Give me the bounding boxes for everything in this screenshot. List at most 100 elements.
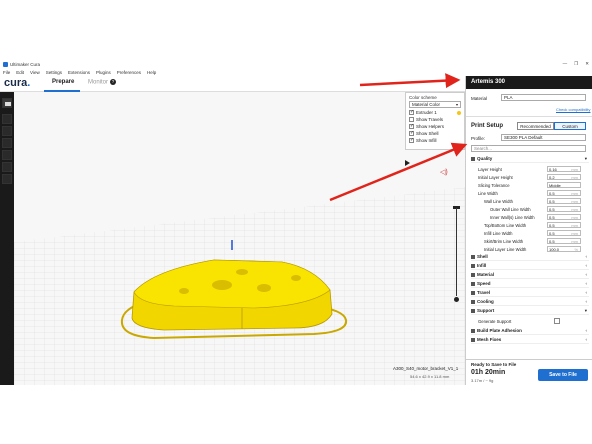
- bore-hole: [236, 269, 248, 275]
- tab-prepare[interactable]: Prepare: [52, 79, 74, 85]
- settings-search-input[interactable]: Search...: [471, 145, 586, 152]
- menu-help[interactable]: Help: [147, 70, 156, 75]
- menu-edit[interactable]: Edit: [16, 70, 24, 75]
- setting-label: Slicing Tolerance: [478, 183, 510, 188]
- cura-screenshot: Ultimaker Cura — ❐ ✕ File Edit View Sett…: [0, 60, 592, 385]
- custom-button[interactable]: Custom: [554, 122, 586, 130]
- printer-selector[interactable]: Artemis 300: [466, 76, 592, 89]
- checkbox-show-travels[interactable]: Show Travels: [409, 117, 461, 122]
- setting-value-field[interactable]: 0.5 mm: [547, 198, 581, 204]
- layer-slider-track[interactable]: [456, 208, 457, 296]
- setting-label: Initial Layer Line Width: [484, 247, 527, 252]
- quality-icon: [471, 156, 475, 161]
- setting-label: Outer Wall Line Width: [490, 207, 531, 212]
- setting-label: Infill Line Width: [484, 231, 513, 236]
- setting-label: Inner Wall(s) Line Width: [490, 215, 535, 220]
- bore-hole: [291, 275, 301, 281]
- setting-value-field[interactable]: 0.5 mm: [547, 214, 581, 220]
- setting-value-field[interactable]: Middle: [547, 182, 581, 188]
- app-icon: [3, 61, 8, 67]
- menu-extensions[interactable]: Extensions: [68, 70, 90, 75]
- maximize-icon[interactable]: ❐: [574, 61, 578, 67]
- setting-value-field[interactable]: 0.5 mm: [547, 230, 581, 236]
- cura-logo: cura.: [4, 77, 31, 89]
- material-usage: 3.17m / ~ 9g: [471, 378, 494, 383]
- section-mesh-fixes[interactable]: Mesh Fixes ‹: [471, 337, 589, 344]
- section-quality[interactable]: Quality ▾: [471, 156, 589, 163]
- bore-hole: [179, 288, 189, 294]
- open-file-icon[interactable]: [2, 98, 12, 108]
- color-scheme-title: Color scheme: [409, 95, 437, 100]
- generate-support-checkbox[interactable]: [554, 318, 560, 324]
- layer-slider-bottom-handle[interactable]: [454, 297, 459, 302]
- setting-value-field[interactable]: 0.5 mm: [547, 222, 581, 228]
- chevron-down-icon: ▾: [455, 102, 458, 107]
- setting-value-field[interactable]: 0.5 mm: [547, 206, 581, 212]
- setting-value-field[interactable]: 0.16 mm: [547, 166, 581, 172]
- setting-value-field[interactable]: 0.5 mm: [547, 238, 581, 244]
- color-scheme-select[interactable]: Material Color ▾: [409, 101, 461, 108]
- recommended-button[interactable]: Recommended: [517, 122, 554, 130]
- bore-hole: [257, 284, 271, 292]
- setting-value-field[interactable]: 0.2 mm: [547, 174, 581, 180]
- menu-bar: File Edit View Settings Extensions Plugi…: [0, 68, 592, 76]
- close-icon[interactable]: ✕: [585, 61, 589, 67]
- profile-select[interactable]: SE300 PLA Default: [501, 134, 586, 141]
- section-cooling[interactable]: Cooling ‹: [471, 299, 589, 306]
- menu-file[interactable]: File: [3, 70, 10, 75]
- app-header: cura. Prepare Monitor?: [0, 76, 465, 92]
- menu-settings[interactable]: Settings: [46, 70, 62, 75]
- section-build-plate-adhesion[interactable]: Build Plate Adhesion ‹: [471, 328, 589, 335]
- setting-label: Top/Bottom Line Width: [484, 223, 527, 228]
- setting-label: Layer Height: [478, 167, 502, 172]
- support-blocker-icon[interactable]: [2, 174, 12, 184]
- minimize-icon[interactable]: —: [563, 61, 568, 67]
- print-setup-title: Print Setup: [471, 123, 504, 129]
- checkbox-show-infill[interactable]: Show Infill: [409, 137, 461, 143]
- section-support[interactable]: Support ▾: [471, 308, 589, 315]
- bore-hole: [212, 280, 232, 290]
- extruder-color-dot: [457, 110, 461, 115]
- mirror-tool-icon[interactable]: [2, 150, 12, 160]
- profile-label: Profile:: [471, 136, 486, 141]
- ready-status: Ready to Save to File: [471, 362, 517, 367]
- checkbox-show-shell[interactable]: Show Shell: [409, 130, 461, 136]
- move-tool-icon[interactable]: [2, 114, 12, 124]
- section-infill[interactable]: Infill ‹: [471, 263, 589, 270]
- color-scheme-panel: Color scheme Material Color▾ Extruder 1 …: [405, 92, 465, 150]
- section-material[interactable]: Material ‹: [471, 272, 589, 279]
- menu-preferences[interactable]: Preferences: [117, 70, 141, 75]
- model-filename: A300_S40_motor_bracket_V1_1: [393, 366, 459, 371]
- setting-value-field[interactable]: 0.5 mm: [547, 190, 581, 196]
- material-select[interactable]: PLA: [501, 94, 586, 101]
- output-panel: Ready to Save to File 01h 20min 3.17m / …: [466, 359, 592, 385]
- play-simulation-icon[interactable]: [405, 160, 410, 166]
- section-shell[interactable]: Shell ‹: [471, 254, 589, 261]
- section-speed[interactable]: Speed ‹: [471, 281, 589, 288]
- menu-view[interactable]: View: [30, 70, 40, 75]
- tab-monitor[interactable]: Monitor?: [88, 79, 117, 86]
- rotate-tool-icon[interactable]: [2, 138, 12, 148]
- checkbox-extruder[interactable]: Extruder 1: [409, 109, 461, 115]
- model-dimensions: 54.6 x 42.9 x 11.8 mm: [410, 374, 450, 379]
- title-bar: Ultimaker Cura — ❐ ✕: [0, 60, 592, 68]
- generate-support-label: Generate Support: [478, 319, 512, 324]
- setting-label: Wall Line Width: [484, 199, 513, 204]
- scale-tool-icon[interactable]: [2, 126, 12, 136]
- print-time: 01h 20min: [471, 369, 506, 376]
- chevron-down-icon: ▾: [584, 156, 587, 161]
- build-plate-scene: [14, 92, 465, 385]
- 3d-viewport[interactable]: [14, 92, 465, 385]
- checkbox-show-helpers[interactable]: Show Helpers: [409, 123, 461, 129]
- window-title: Ultimaker Cura: [10, 61, 41, 67]
- simulation-view-icon[interactable]: ◁): [440, 168, 448, 176]
- save-to-file-button[interactable]: Save to File: [538, 369, 588, 381]
- section-travel[interactable]: Travel ‹: [471, 290, 589, 297]
- per-model-settings-icon[interactable]: [2, 162, 12, 172]
- material-label: Material: [471, 96, 488, 101]
- info-icon: ?: [110, 79, 117, 85]
- setting-label: Skirt/Brim Line Width: [484, 239, 524, 244]
- setting-value-field[interactable]: 100.0%: [547, 246, 581, 252]
- menu-plugins[interactable]: Plugins: [96, 70, 111, 75]
- check-compatibility-link[interactable]: Check compatibility: [556, 107, 590, 112]
